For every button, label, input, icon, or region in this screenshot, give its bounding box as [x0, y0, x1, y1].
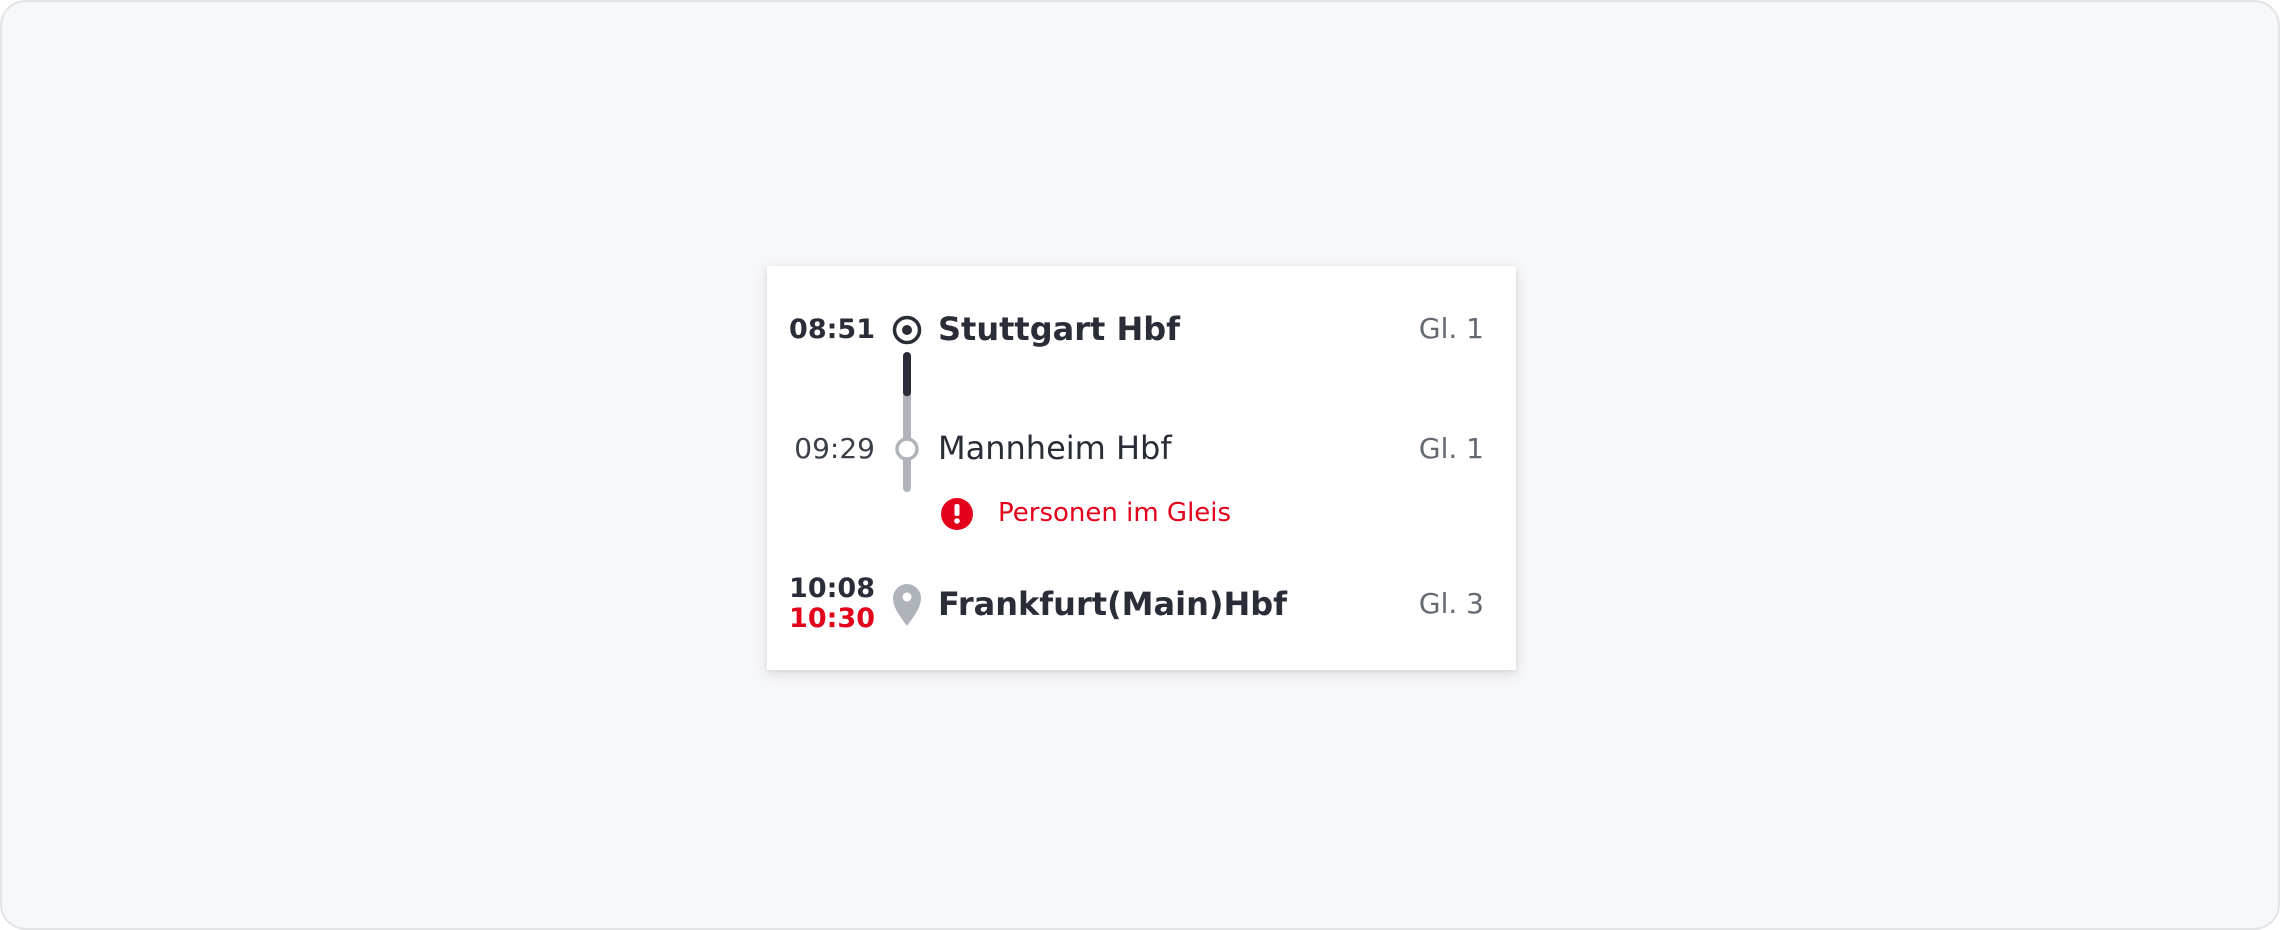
departure-time: 08:51: [789, 314, 875, 345]
alert-icon: [941, 498, 973, 530]
intermediate-time: 09:29: [794, 432, 875, 465]
origin-circle-icon: [892, 315, 922, 345]
intermediate-platform: Gl. 1: [1418, 432, 1484, 465]
arrival-time-actual: 10:30: [789, 603, 875, 634]
disruption-notice[interactable]: Personen im Gleis: [998, 498, 1231, 528]
route-line-progress: [903, 352, 911, 397]
arrival-time-scheduled: 10:08: [789, 573, 875, 604]
intermediate-station[interactable]: Mannheim Hbf: [938, 429, 1172, 467]
destination-pin-icon: [893, 584, 921, 626]
journey-card[interactable]: 08:51 Stuttgart Hbf Gl. 1 09:29 Mannheim…: [767, 266, 1516, 670]
origin-station[interactable]: Stuttgart Hbf: [938, 310, 1180, 348]
origin-platform: Gl. 1: [1418, 312, 1484, 345]
page-background: 08:51 Stuttgart Hbf Gl. 1 09:29 Mannheim…: [0, 0, 2280, 930]
intermediate-stop-icon: [895, 437, 919, 461]
destination-platform: Gl. 3: [1418, 587, 1484, 620]
destination-station[interactable]: Frankfurt(Main)Hbf: [938, 585, 1287, 623]
